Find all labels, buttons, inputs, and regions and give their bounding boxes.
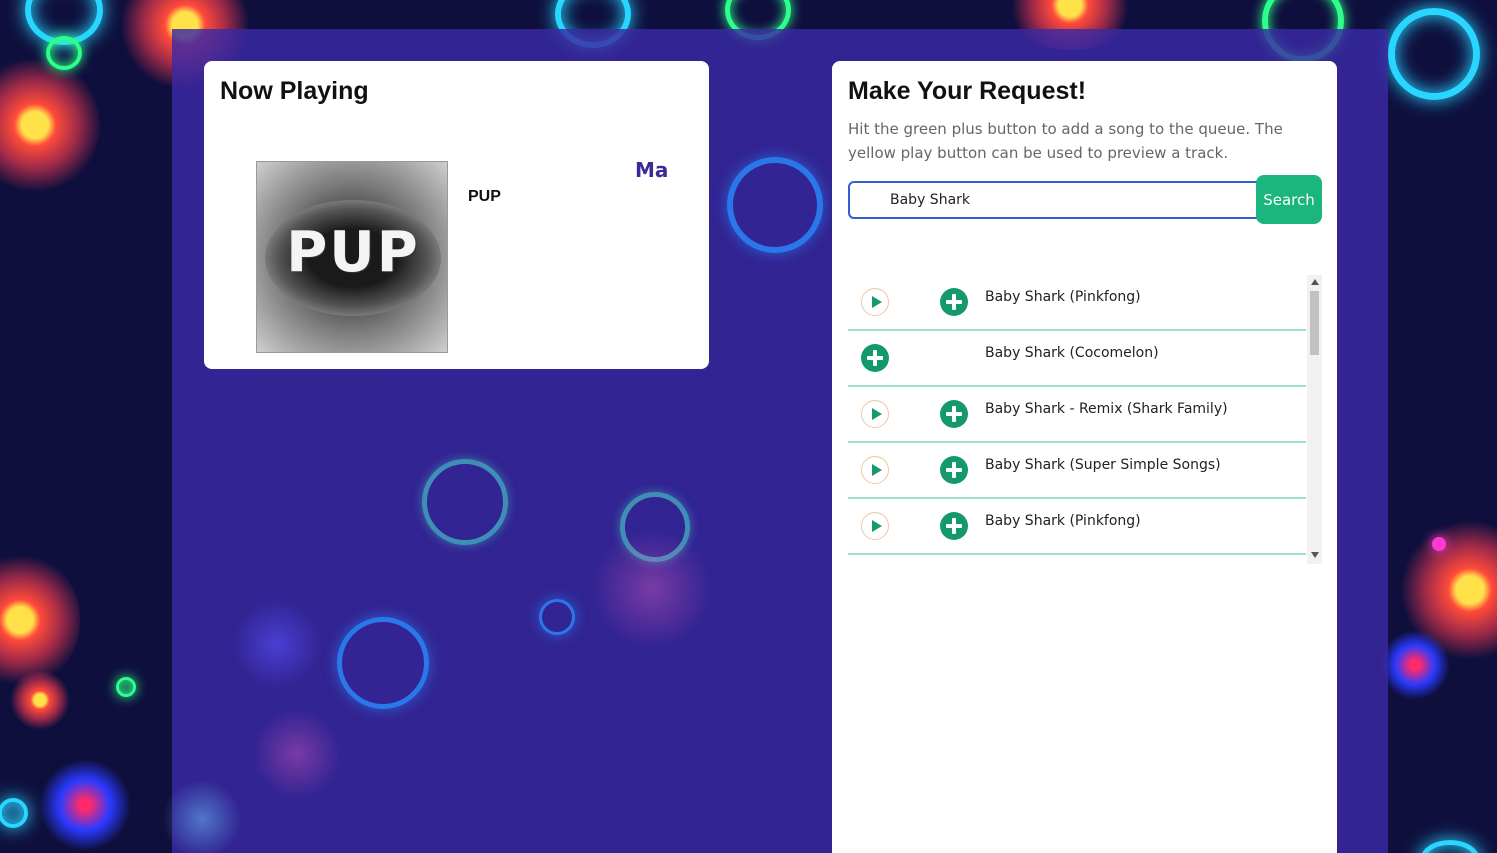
play-icon[interactable] [861, 288, 889, 316]
search-results-list[interactable]: Baby Shark (Pinkfong) Baby Shark (Cocome… [848, 275, 1322, 564]
track-label: Baby Shark (Super Simple Songs) [985, 457, 1221, 473]
request-description: Hit the green plus button to add a song … [848, 120, 1283, 162]
now-playing-title: Now Playing [220, 77, 369, 105]
track-label: Baby Shark - Remix (Shark Family) [985, 401, 1228, 417]
results-scrollbar[interactable] [1307, 275, 1322, 564]
request-card: Make Your Request! Hit the green plus bu… [832, 61, 1337, 853]
play-icon[interactable] [861, 456, 889, 484]
list-item: Baby Shark - Remix (Shark Family) [848, 387, 1306, 443]
list-item: Baby Shark (Pinkfong) [848, 275, 1306, 331]
scrolling-track-title: Ma [635, 158, 669, 182]
scroll-up-arrow-icon[interactable] [1311, 279, 1319, 285]
now-playing-card: Now Playing PUP PUP Ma [204, 61, 709, 369]
play-icon[interactable] [861, 512, 889, 540]
plus-circle-icon[interactable] [940, 512, 968, 540]
plus-circle-icon[interactable] [940, 288, 968, 316]
search-input[interactable] [848, 181, 1260, 219]
plus-circle-icon[interactable] [940, 400, 968, 428]
list-item: Baby Shark (Super Simple Songs) [848, 443, 1306, 499]
track-label: Baby Shark (Cocomelon) [985, 345, 1159, 361]
track-label: Baby Shark (Pinkfong) [985, 513, 1141, 529]
album-art: PUP [256, 161, 448, 353]
artist-name: PUP [468, 188, 501, 205]
play-icon[interactable] [861, 400, 889, 428]
request-title: Make Your Request! [848, 77, 1087, 105]
track-label: Baby Shark (Pinkfong) [985, 289, 1141, 305]
search-button[interactable]: Search [1256, 175, 1322, 224]
list-item: Baby Shark (Pinkfong) [848, 499, 1306, 555]
list-item: Baby Shark (Cocomelon) [848, 331, 1306, 387]
scroll-down-arrow-icon[interactable] [1311, 552, 1319, 558]
plus-circle-icon[interactable] [940, 456, 968, 484]
plus-circle-icon[interactable] [861, 344, 889, 372]
scroll-thumb[interactable] [1310, 291, 1319, 355]
album-art-text: PUP [286, 220, 420, 285]
